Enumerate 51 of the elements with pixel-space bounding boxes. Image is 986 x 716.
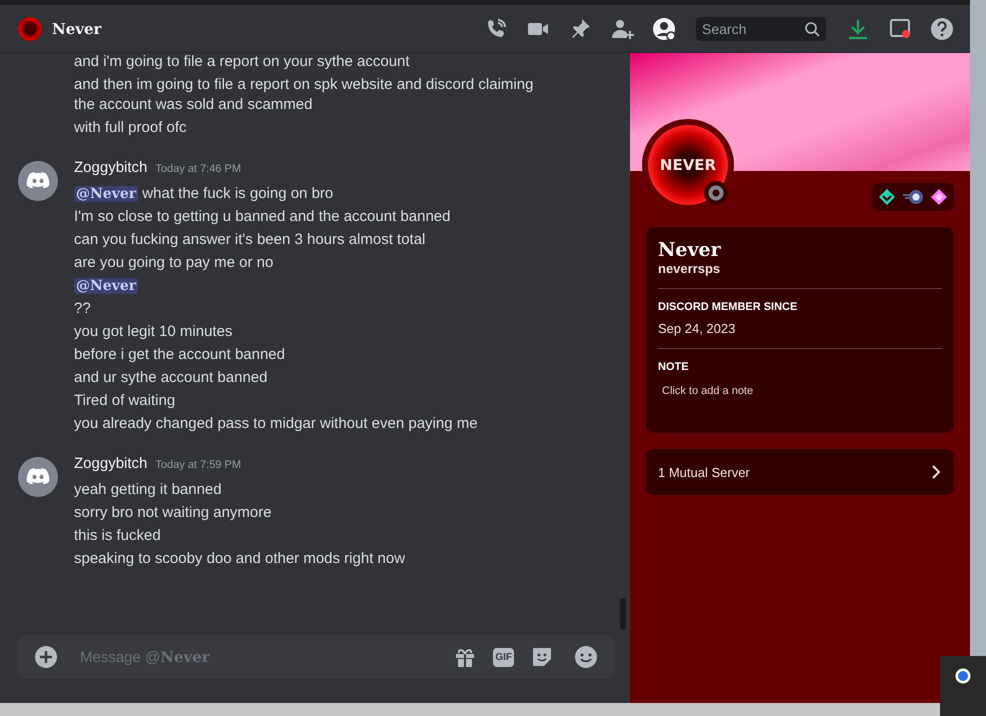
- message-text: and i'm going to file a report on your sythe account: [74, 53, 411, 72]
- message-text: Tired of waiting: [74, 391, 176, 411]
- user-avatar[interactable]: [18, 161, 58, 201]
- message-text: yeah getting it banned: [74, 480, 223, 500]
- chevron-right-icon: [930, 464, 942, 480]
- diamond-badge-icon[interactable]: [878, 188, 896, 206]
- message-time: Today at 7:46 PM: [155, 163, 241, 175]
- author-name[interactable]: Zoggybitch: [74, 159, 148, 176]
- message-composer[interactable]: Message @Never GIF: [18, 635, 614, 679]
- note-field[interactable]: Click to add a note: [658, 381, 942, 401]
- message-text: before i get the account banned: [74, 345, 286, 365]
- message-text: I'm so close to getting u banned and the account banned: [74, 207, 452, 227]
- author-name[interactable]: Zoggybitch: [74, 455, 148, 472]
- sticker-icon[interactable]: [530, 645, 554, 669]
- gif-button[interactable]: GIF: [493, 648, 514, 666]
- user-mention[interactable]: @Never: [74, 278, 138, 294]
- help-icon[interactable]: [930, 16, 954, 40]
- status-icon: [708, 185, 724, 201]
- member-since-date: Sep 24, 2023: [658, 321, 736, 336]
- message-text: with full proof ofc: [74, 118, 188, 138]
- user-mention[interactable]: @Never: [74, 186, 138, 202]
- smiley-icon[interactable]: [574, 645, 598, 669]
- message-text: and ur sythe account banned: [74, 368, 268, 388]
- user-avatar: [18, 16, 42, 40]
- username: neverrsps: [658, 261, 722, 276]
- search-icon: [804, 20, 820, 36]
- screen-share-icon[interactable]: [888, 16, 912, 40]
- orb-badge-icon[interactable]: [902, 188, 924, 206]
- add-icon[interactable]: [34, 645, 58, 669]
- message-text: can you fucking answer it's been 3 hours almost total: [74, 230, 426, 250]
- gem-badge-icon[interactable]: [930, 188, 948, 206]
- message-placeholder: Message @Never: [79, 648, 211, 666]
- search-field[interactable]: Search: [696, 16, 826, 40]
- message-text: ??: [74, 299, 92, 319]
- section-heading: DISCORD MEMBER SINCE: [658, 301, 798, 313]
- message-text: this is fucked: [74, 526, 162, 546]
- channel-title: Never: [52, 20, 102, 38]
- scrollbar-thumb[interactable]: [620, 598, 626, 630]
- mutual-servers-button[interactable]: 1 Mutual Server: [646, 449, 954, 495]
- message-text: speaking to scooby doo and other mods right now: [74, 549, 406, 569]
- message-time: Today at 7:59 PM: [155, 459, 241, 471]
- message-text: what the fuck is going on bro: [142, 185, 334, 202]
- section-heading: NOTE: [658, 361, 690, 373]
- display-name: Never: [658, 239, 722, 261]
- message-text: sorry bro not waiting anymore: [74, 503, 273, 523]
- user-profile-icon[interactable]: [652, 16, 676, 40]
- message-text: you got legit 10 minutes: [74, 322, 234, 342]
- message-text: you already changed pass to midgar without even paying me: [74, 414, 479, 434]
- app-tray-icon[interactable]: [955, 668, 971, 684]
- user-avatar[interactable]: [18, 457, 58, 497]
- message-text: are you going to pay me or no: [74, 253, 274, 273]
